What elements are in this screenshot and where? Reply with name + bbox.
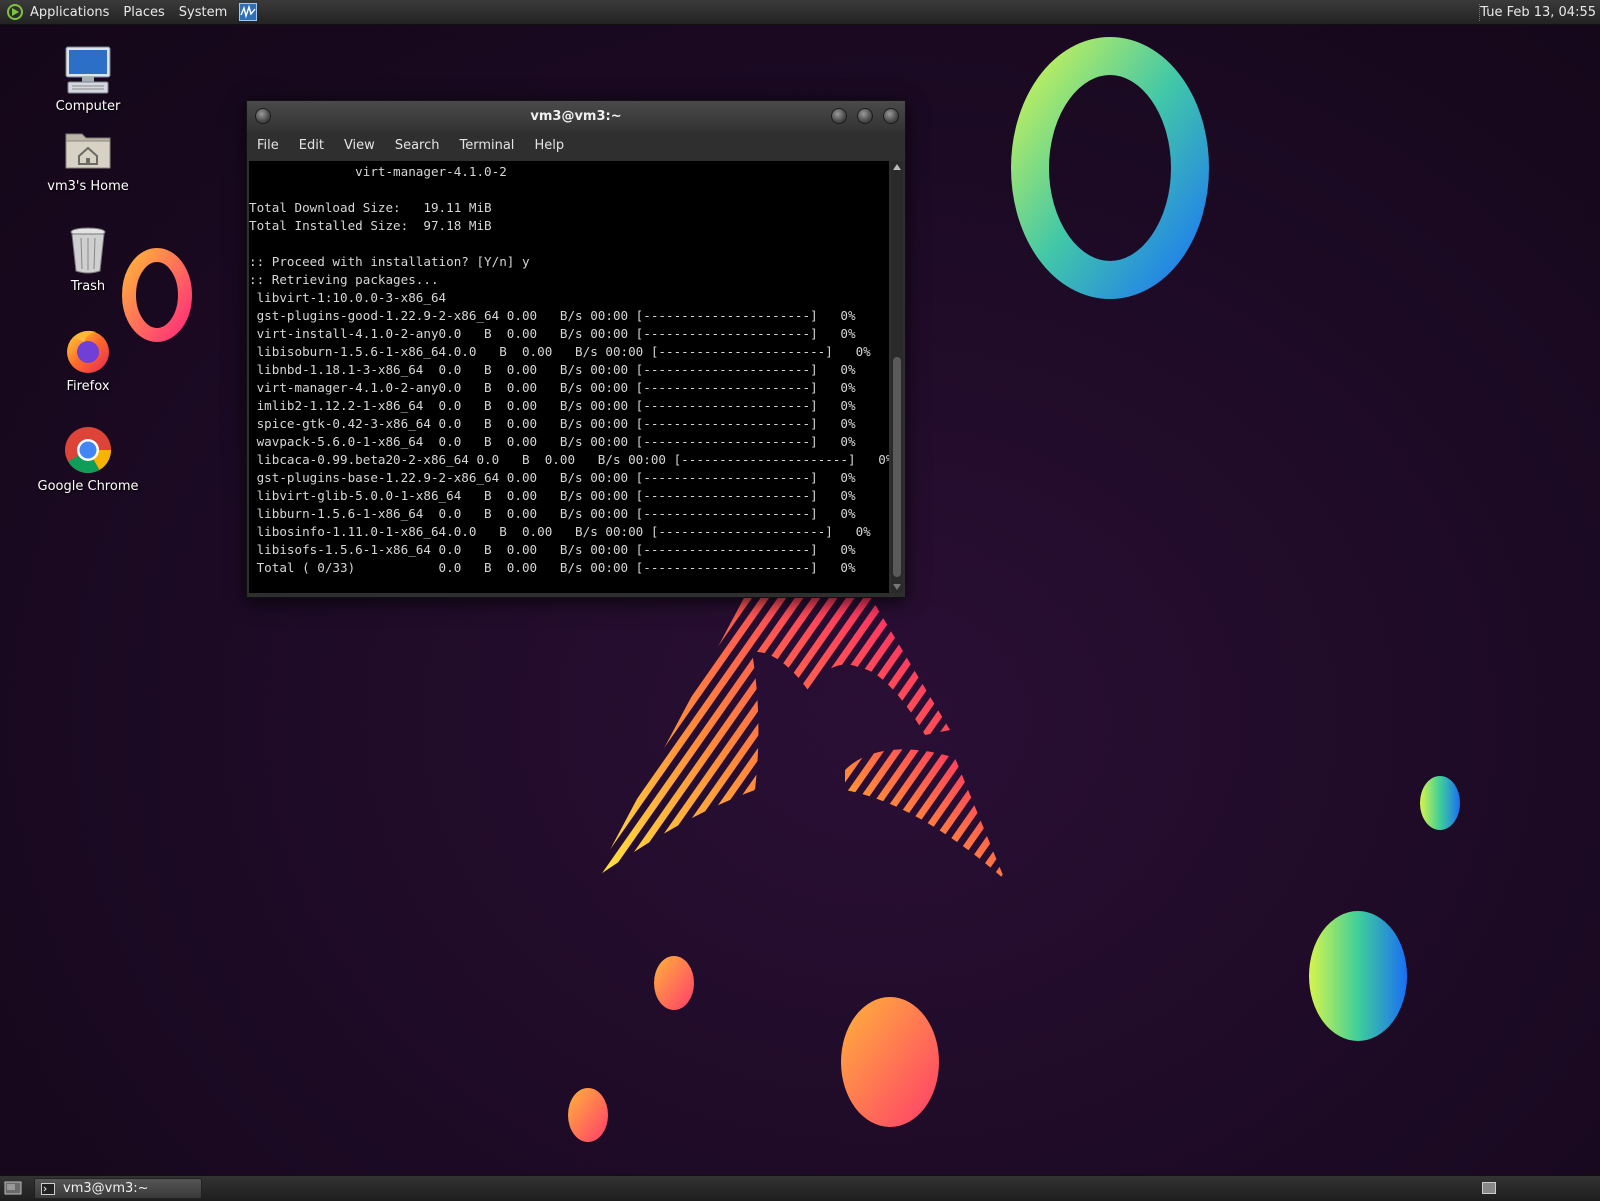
window-title: vm3@vm3:~ [530,108,622,124]
close-button[interactable] [883,108,899,124]
desktop-icon-label: Google Chrome [37,479,139,494]
system-monitor-icon[interactable] [239,3,258,21]
places-menu[interactable]: Places [123,5,164,20]
wallpaper-arch-logo [595,596,1005,880]
desktop-icon-label: vm3's Home [47,179,129,194]
desktop-icon-firefox[interactable]: Firefox [28,324,148,394]
terminal-scrollbar[interactable] [891,161,903,593]
wallpaper-ring-large [1011,37,1209,299]
wallpaper-dot [1309,911,1407,1041]
workspace-switcher[interactable] [1482,1182,1496,1194]
show-desktop-icon[interactable] [4,1180,22,1196]
terminal-text: virt-manager-4.1.0-2 Total Download Size… [249,164,889,575]
scroll-down-arrow-icon[interactable] [893,584,901,590]
taskbar-button-label: vm3@vm3:~ [63,1181,149,1196]
trash-icon [70,227,106,274]
bottom-panel: vm3@vm3:~ [0,1175,1600,1201]
desktop-icon-computer[interactable]: Computer [28,44,148,114]
maximize-button[interactable] [857,108,873,124]
desktop-icon-label: Trash [70,279,106,294]
menu-terminal[interactable]: Terminal [459,138,514,153]
scroll-up-arrow-icon[interactable] [893,164,901,170]
menu-help[interactable]: Help [534,138,564,153]
panel-clock[interactable]: Tue Feb 13, 04:55 [1480,0,1596,25]
window-menu-button[interactable] [255,108,271,124]
window-titlebar[interactable]: vm3@vm3:~ [247,101,905,131]
menu-edit[interactable]: Edit [299,138,324,153]
desktop-icon-trash[interactable]: Trash [28,224,148,294]
desktop-icon-home[interactable]: vm3's Home [28,124,148,194]
minimize-button[interactable] [831,108,847,124]
menu-search[interactable]: Search [395,138,440,153]
chrome-icon [65,427,111,473]
terminal-icon [41,1182,55,1195]
terminal-output[interactable]: virt-manager-4.1.0-2 Total Download Size… [249,161,889,593]
computer-icon [65,46,111,94]
wallpaper-dot [841,997,939,1127]
desktop-icon-label: Computer [55,99,121,114]
wallpaper-dot [654,956,694,1010]
desktop-icon-label: Firefox [66,379,110,394]
top-panel: Applications Places System Tue Feb 13, 0… [0,0,1600,25]
wallpaper-dot [568,1088,608,1142]
terminal-window[interactable]: vm3@vm3:~ File Edit View Search Terminal… [246,100,906,598]
home-folder-icon [65,133,111,169]
menu-view[interactable]: View [344,138,375,153]
menu-file[interactable]: File [257,138,279,153]
terminal-menubar: File Edit View Search Terminal Help [247,131,905,159]
taskbar-terminal-button[interactable]: vm3@vm3:~ [34,1178,202,1199]
system-menu[interactable]: System [179,5,227,20]
desktop-icon-chrome[interactable]: Google Chrome [28,424,148,494]
applications-menu[interactable]: Applications [30,5,109,20]
wallpaper-dot [1420,776,1460,830]
scroll-thumb[interactable] [893,357,901,577]
firefox-icon [67,330,109,373]
distro-logo-icon[interactable] [6,3,24,21]
